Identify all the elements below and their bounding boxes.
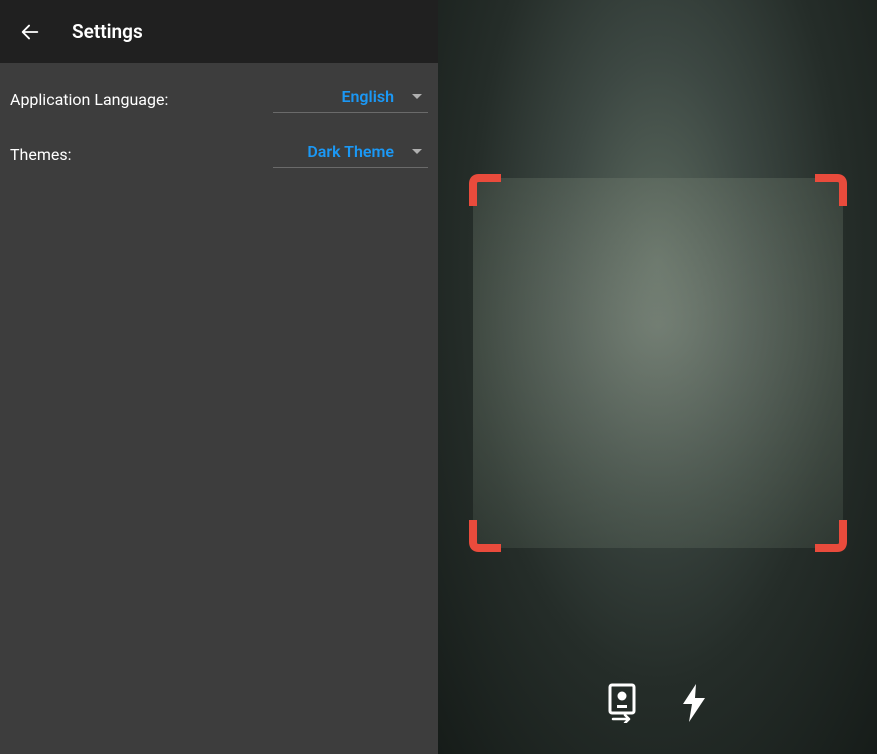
flash-icon[interactable] xyxy=(676,682,712,724)
scan-frame xyxy=(473,178,843,548)
theme-dropdown[interactable]: Dark Theme xyxy=(273,142,428,168)
language-dropdown[interactable]: English xyxy=(273,87,428,113)
language-value: English xyxy=(341,87,394,106)
chevron-down-icon xyxy=(412,94,422,99)
theme-value: Dark Theme xyxy=(307,142,394,161)
scanner-panel xyxy=(438,0,877,754)
language-setting-row: Application Language: English xyxy=(0,63,438,118)
scan-corner-bottom-right-icon xyxy=(811,516,847,552)
theme-label: Themes: xyxy=(10,145,72,164)
scan-corner-bottom-left-icon xyxy=(469,516,505,552)
theme-setting-row: Themes: Dark Theme xyxy=(0,118,438,173)
scan-corner-top-right-icon xyxy=(811,174,847,210)
scanner-toolbar xyxy=(438,682,877,724)
scan-corner-top-left-icon xyxy=(469,174,505,210)
chevron-down-icon xyxy=(412,149,422,154)
switch-camera-icon[interactable] xyxy=(604,682,640,724)
settings-panel: Settings Application Language: English T… xyxy=(0,0,438,754)
settings-header: Settings xyxy=(0,0,438,63)
language-label: Application Language: xyxy=(10,90,168,109)
page-title: Settings xyxy=(72,20,143,43)
back-arrow-icon[interactable] xyxy=(18,20,42,44)
